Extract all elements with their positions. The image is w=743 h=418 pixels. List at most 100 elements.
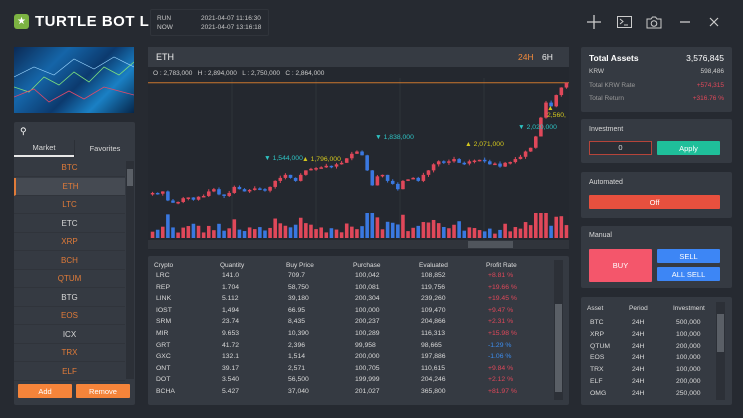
assets-cell: 24H <box>632 342 645 350</box>
coin-list-item-eos[interactable]: EOS <box>14 307 125 325</box>
minimize-icon[interactable] <box>677 14 693 30</box>
volume-bar <box>518 228 523 238</box>
volume-bar <box>370 213 375 238</box>
coin-list-item-btc[interactable]: BTC <box>14 159 125 177</box>
volume-bar <box>549 225 553 238</box>
all-sell-button[interactable]: ALL SELL <box>657 267 720 281</box>
coin-list-item-qtum[interactable]: QTUM <box>14 270 125 288</box>
candle-body <box>396 183 400 190</box>
holdings-cell: 56,500 <box>288 376 309 384</box>
coin-list-item-bch[interactable]: BCH <box>14 252 125 270</box>
table-row[interactable]: XRP 24H 100,000 <box>581 331 711 342</box>
table-row[interactable]: LINK 5.112 39,180 200,304 239,260 +19.45 % <box>148 295 548 306</box>
coin-list-item-trx[interactable]: TRX <box>14 344 125 362</box>
candlestick-chart[interactable] <box>148 78 569 240</box>
candle-body <box>477 159 482 162</box>
table-row[interactable]: MIR 9.653 10,390 100,289 116,313 +15.98 % <box>148 330 548 341</box>
candle-body <box>426 170 431 175</box>
table-row[interactable]: QTUM 24H 200,000 <box>581 343 711 354</box>
table-row[interactable]: BTC 24H 500,000 <box>581 319 711 330</box>
candle-body <box>344 158 349 163</box>
volume-bar <box>436 223 441 238</box>
coin-list-item-elf[interactable]: ELF <box>14 363 125 381</box>
coin-list-item-eth[interactable]: ETH <box>14 177 125 196</box>
coin-list-scrollbar[interactable] <box>126 161 134 379</box>
holdings-cell: +19.45 % <box>488 295 517 303</box>
volume-bar <box>293 224 298 238</box>
interval-6h[interactable]: 6H <box>542 52 553 62</box>
holdings-cell: -1.06 % <box>488 353 512 361</box>
holdings-cell: 141.0 <box>222 272 240 279</box>
volume-bar <box>268 227 272 238</box>
table-row[interactable]: DOT 3.540 56,500 199,999 204,246 +2.12 % <box>148 376 548 387</box>
candle-body <box>442 161 446 163</box>
table-row[interactable]: TRX 24H 100,000 <box>581 366 711 377</box>
holdings-cell: 110,615 <box>421 364 446 372</box>
holdings-cell: IOST <box>156 306 172 314</box>
volume-bar <box>539 213 543 238</box>
candle-body <box>283 174 288 178</box>
table-row[interactable]: OMG 24H 250,000 <box>581 390 711 401</box>
volume-bar <box>365 213 369 238</box>
table-row[interactable]: ELF 24H 200,000 <box>581 378 711 389</box>
crosshair-icon[interactable] <box>586 14 602 30</box>
buy-button[interactable]: BUY <box>589 249 652 282</box>
table-row[interactable]: BCHA 5.427 37,040 201,027 365,800 +81.97 % <box>148 388 548 399</box>
assets-scrollbar[interactable] <box>716 302 725 400</box>
holdings-cell: 10,390 <box>288 330 309 337</box>
volume-bar <box>564 225 569 238</box>
candle-body <box>222 194 226 196</box>
tab-favorites[interactable]: Favorites <box>74 140 135 157</box>
holdings-scrollbar[interactable] <box>554 260 563 400</box>
table-row[interactable]: IOST 1,494 66.95 100,000 109,470 +9.47 % <box>148 307 548 318</box>
chart-scrollbar[interactable] <box>148 240 569 249</box>
holdings-cell: MIR <box>156 330 169 337</box>
assets-cell: 200,000 <box>676 342 701 350</box>
search-icon[interactable]: ⚲ <box>20 126 27 137</box>
remove-button[interactable]: Remove <box>76 384 130 398</box>
interval-24h[interactable]: 24H <box>518 52 534 62</box>
holdings-cell: +8.81 % <box>488 272 514 279</box>
sell-button[interactable]: SELL <box>657 249 720 263</box>
volume-bar <box>314 229 318 238</box>
table-row[interactable]: GRT 41.72 2,396 99,958 98,665 -1.29 % <box>148 342 548 353</box>
tab-market[interactable]: Market <box>14 140 74 157</box>
market-list-panel: ⚲ Market Favorites BTC ETH LTC ETC XRP BCH QTU… <box>14 122 135 405</box>
table-row[interactable]: ONT 39.17 2,571 100,705 110,615 +9.84 % <box>148 365 548 376</box>
marker-low-1: ▲ 1,796,000 <box>302 156 341 163</box>
add-button[interactable]: Add <box>18 384 72 398</box>
assets-cell: 100,000 <box>676 366 701 374</box>
coin-list-item-ltc[interactable]: LTC <box>14 196 125 214</box>
holdings-header-evaluated: Evaluated <box>419 262 448 269</box>
holdings-cell: REP <box>156 283 170 291</box>
holdings-cell: 204,866 <box>421 318 446 326</box>
coin-list-item-xrp[interactable]: XRP <box>14 233 125 251</box>
assets-cell: OMG <box>590 389 607 397</box>
candle-body <box>329 165 334 168</box>
automated-toggle[interactable]: Off <box>589 195 720 209</box>
investment-input[interactable]: 0 <box>589 141 652 155</box>
candle-body <box>217 189 221 195</box>
app-title: TURTLE BOT L <box>35 13 150 30</box>
coin-list-item-etc[interactable]: ETC <box>14 215 125 233</box>
table-row[interactable]: SRM 23.74 8,435 200,237 204,866 +2.31 % <box>148 318 548 329</box>
candle-body <box>482 159 487 162</box>
table-row[interactable]: LRC 141.0 709.7 100,042 108,852 +8.81 % <box>148 272 548 283</box>
volume-bar <box>513 227 518 238</box>
terminal-icon[interactable] <box>616 14 632 30</box>
table-row[interactable]: GXC 132.1 1,514 200,000 197,886 -1.06 % <box>148 353 548 364</box>
assets-cell: 250,000 <box>676 389 701 397</box>
table-row[interactable]: REP 1.704 58,750 100,081 119,756 +19.66 % <box>148 284 548 295</box>
holdings-cell: 2,571 <box>288 364 306 372</box>
assets-cell: 500,000 <box>676 319 701 326</box>
coin-list-item-btg[interactable]: BTG <box>14 289 125 307</box>
close-icon[interactable] <box>706 14 722 30</box>
candle-body <box>258 188 262 190</box>
table-row[interactable]: EOS 24H 100,000 <box>581 354 711 365</box>
coin-list-item-icx[interactable]: ICX <box>14 326 125 344</box>
candle-body <box>390 180 395 184</box>
holdings-cell: 1,514 <box>288 353 306 361</box>
apply-button[interactable]: Apply <box>657 141 720 155</box>
candle-body <box>462 162 467 165</box>
camera-icon[interactable] <box>646 14 662 30</box>
